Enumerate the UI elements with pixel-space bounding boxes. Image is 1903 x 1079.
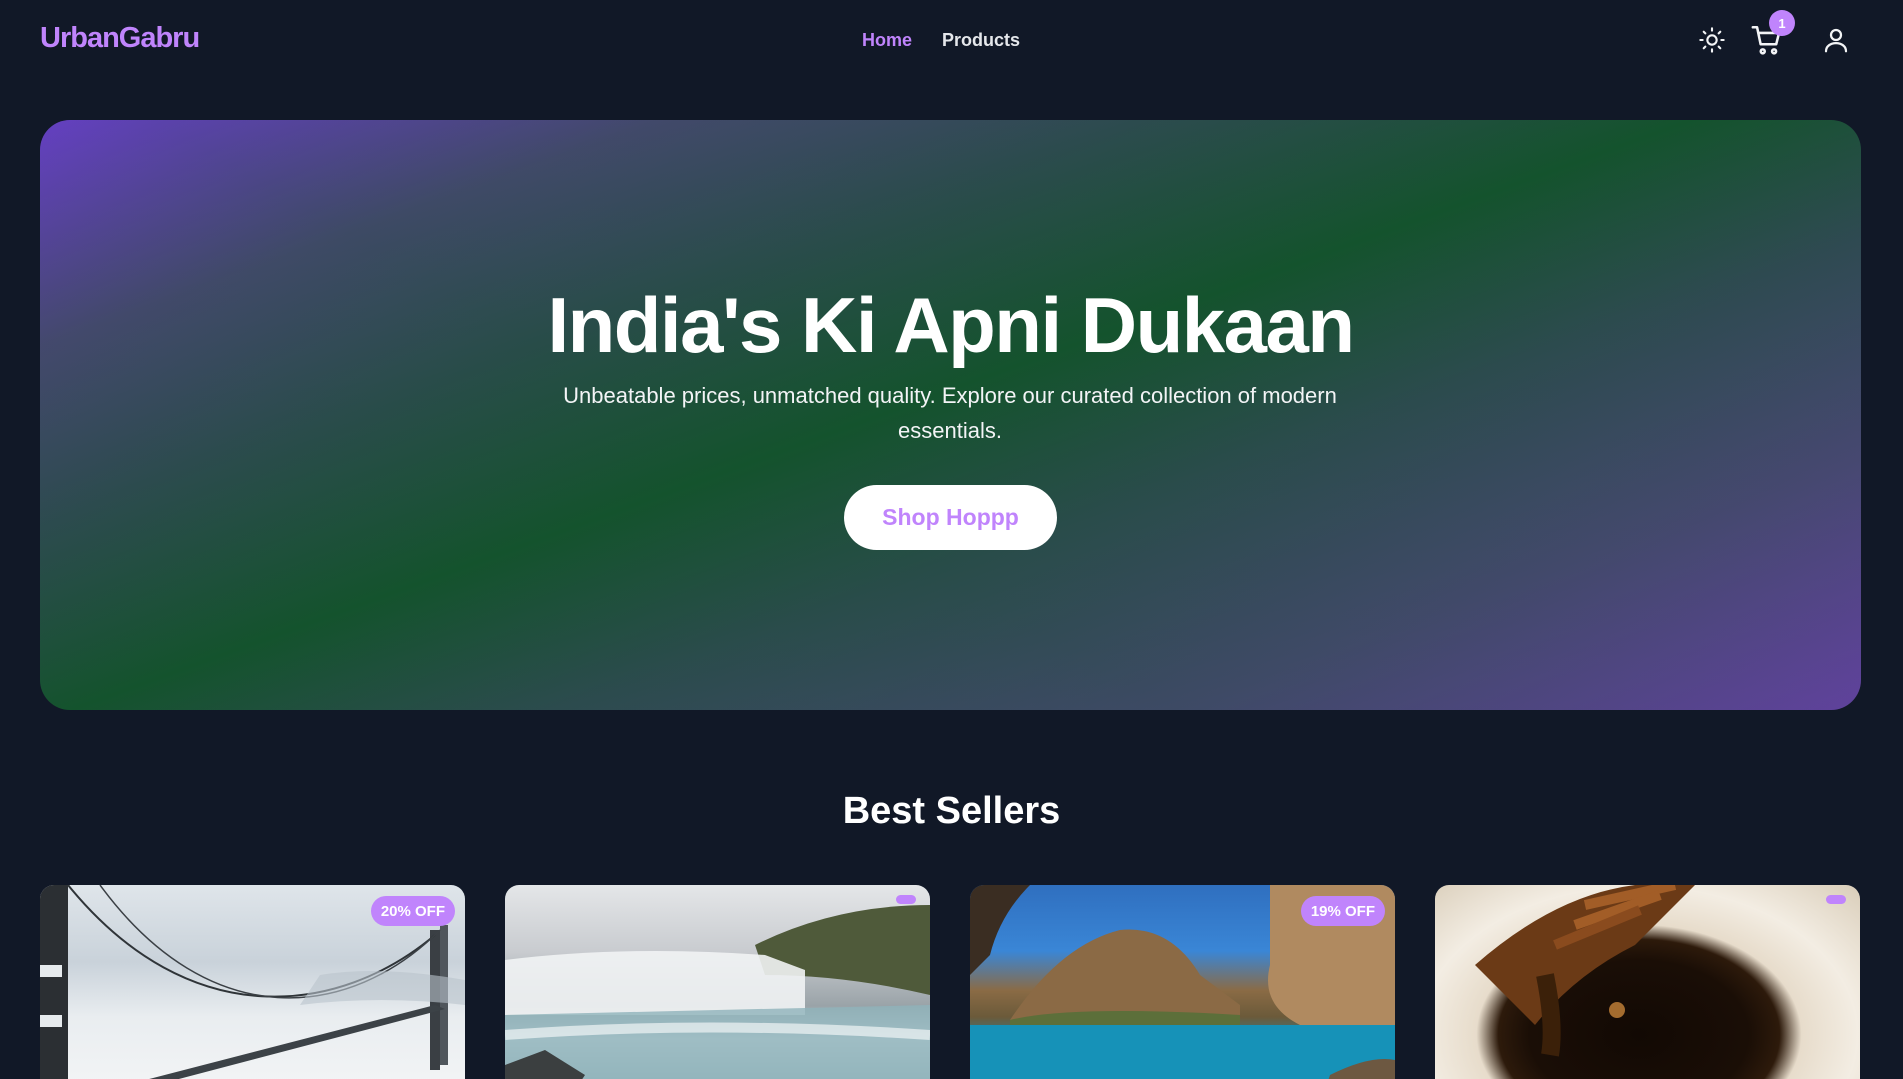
theme-toggle-button[interactable] [1692,20,1732,60]
user-icon [1824,28,1848,53]
top-navbar: UrbanGabru Home Products 1 [0,0,1903,84]
hero-banner: India's Ki Apni Dukaan Unbeatable prices… [40,120,1861,710]
shop-now-button[interactable]: Shop Hoppp [844,485,1057,550]
sun-icon [1699,27,1725,53]
brand-logo[interactable]: UrbanGabru [40,22,200,55]
account-button[interactable] [1816,20,1856,60]
discount-badge: 20% OFF [370,896,455,926]
product-card[interactable]: 19% OFF [970,885,1395,1079]
hero-title: India's Ki Apni Dukaan [547,281,1355,369]
product-card[interactable] [1435,885,1860,1079]
hero-subtitle: Unbeatable prices, unmatched quality. Ex… [563,383,1337,443]
product-image-waterfall [505,885,930,1079]
discount-badge [896,895,916,904]
product-card[interactable]: 20% OFF [40,885,465,1079]
cart-button[interactable]: 1 [1747,10,1795,60]
product-card[interactable] [505,885,930,1079]
nav-link-home[interactable]: Home [862,30,912,51]
discount-badge: 19% OFF [1300,896,1385,926]
cart-count-badge: 1 [1769,10,1795,36]
discount-badge [1826,895,1846,904]
product-image-honey [1435,885,1860,1079]
best-sellers-heading: Best Sellers [842,790,1061,832]
nav-link-products[interactable]: Products [942,30,1020,51]
main-nav: Home Products [862,30,1020,51]
